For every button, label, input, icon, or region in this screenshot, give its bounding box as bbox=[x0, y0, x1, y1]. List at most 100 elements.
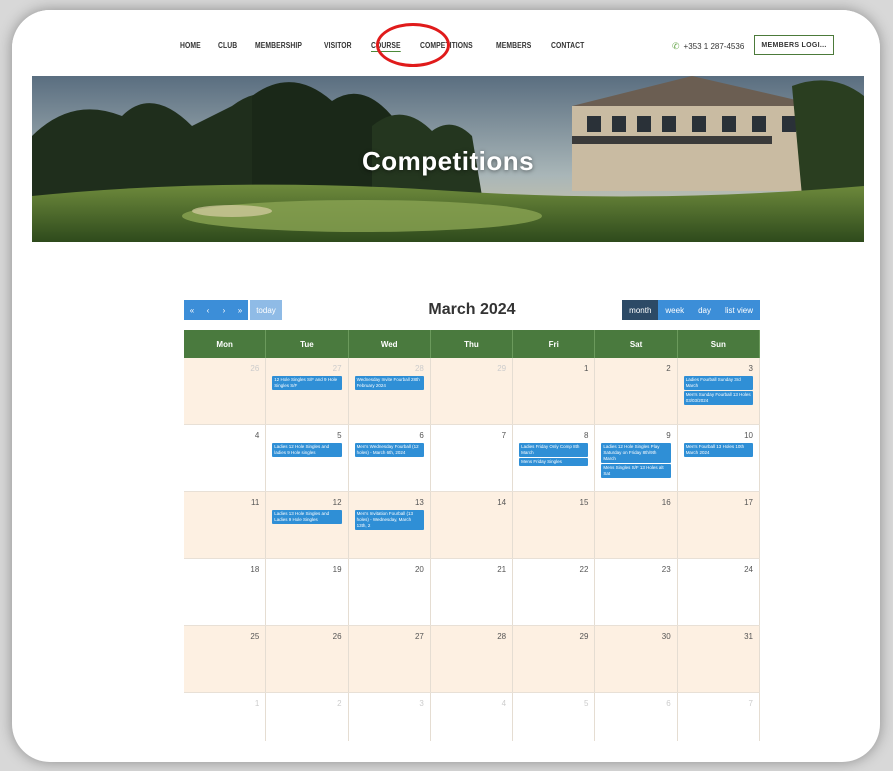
day-number[interactable]: 29 bbox=[497, 364, 506, 373]
day-number[interactable]: 7 bbox=[502, 431, 506, 440]
day-cell[interactable]: 7 bbox=[678, 693, 760, 741]
day-number[interactable]: 14 bbox=[497, 498, 506, 507]
day-number[interactable]: 29 bbox=[580, 632, 589, 641]
day-cell[interactable]: 30 bbox=[595, 626, 678, 692]
nav-contact[interactable]: CONTACT bbox=[551, 41, 584, 52]
day-number[interactable]: 28 bbox=[415, 364, 424, 373]
day-cell[interactable]: 14 bbox=[431, 492, 514, 558]
day-cell[interactable]: 4 bbox=[431, 693, 514, 741]
view-list-view-button[interactable]: list view bbox=[717, 300, 760, 320]
day-cell[interactable]: 22 bbox=[513, 559, 596, 625]
day-cell[interactable]: 26 bbox=[266, 626, 349, 692]
calendar-event[interactable]: Mens Singles S/F 13 Holes alt Sat bbox=[601, 464, 671, 478]
view-month-button[interactable]: month bbox=[622, 300, 659, 320]
day-number[interactable]: 15 bbox=[580, 498, 589, 507]
day-cell[interactable]: 11 bbox=[184, 492, 267, 558]
day-cell[interactable]: 21 bbox=[431, 559, 514, 625]
day-cell[interactable]: 18 bbox=[184, 559, 267, 625]
day-cell[interactable]: 1 bbox=[184, 693, 267, 741]
day-cell[interactable]: 28 bbox=[431, 626, 514, 692]
day-cell[interactable]: 2 bbox=[266, 693, 349, 741]
day-number[interactable]: 12 bbox=[333, 498, 342, 507]
day-cell[interactable]: 31 bbox=[678, 626, 760, 692]
day-number[interactable]: 13 bbox=[415, 498, 424, 507]
day-cell[interactable]: 25 bbox=[184, 626, 267, 692]
day-cell[interactable]: 27 12 Hole Singles S/F and 9 Hole Singles… bbox=[266, 358, 349, 424]
day-number[interactable]: 11 bbox=[251, 498, 259, 507]
day-number[interactable]: 22 bbox=[580, 565, 589, 574]
nav-club[interactable]: CLUB bbox=[218, 41, 237, 52]
day-number[interactable]: 30 bbox=[662, 632, 671, 641]
day-number[interactable]: 28 bbox=[497, 632, 506, 641]
day-number[interactable]: 4 bbox=[255, 431, 259, 440]
calendar-event[interactable]: Ladies 13 Hole Singles and Ladies 9 Hole… bbox=[272, 510, 342, 524]
day-number[interactable]: 10 bbox=[744, 431, 753, 440]
calendar-event[interactable]: Mens Friday Singles bbox=[519, 458, 589, 466]
view-day-button[interactable]: day bbox=[691, 300, 718, 320]
day-number[interactable]: 5 bbox=[337, 431, 341, 440]
day-cell[interactable]: 2 bbox=[595, 358, 678, 424]
day-number[interactable]: 7 bbox=[749, 699, 753, 708]
day-number[interactable]: 2 bbox=[666, 364, 670, 373]
day-cell[interactable]: 5 bbox=[513, 693, 596, 741]
day-cell[interactable]: 6 bbox=[595, 693, 678, 741]
day-cell[interactable]: 4 bbox=[184, 425, 267, 491]
day-cell[interactable]: 10 Men's Fourball 13 Holes 10th March 202… bbox=[678, 425, 760, 491]
day-number[interactable]: 26 bbox=[333, 632, 342, 641]
day-number[interactable]: 17 bbox=[744, 498, 753, 507]
phone-contact[interactable]: ✆ +353 1 287-4536 bbox=[672, 41, 744, 52]
day-cell[interactable]: 24 bbox=[678, 559, 760, 625]
day-number[interactable]: 6 bbox=[666, 699, 670, 708]
day-cell[interactable]: 20 bbox=[349, 559, 431, 625]
day-cell[interactable]: 29 bbox=[513, 626, 596, 692]
day-number[interactable]: 24 bbox=[744, 565, 753, 574]
day-number[interactable]: 26 bbox=[250, 364, 259, 373]
day-number[interactable]: 9 bbox=[666, 431, 670, 440]
day-cell[interactable]: 1 bbox=[513, 358, 596, 424]
day-cell[interactable]: 3 bbox=[349, 693, 431, 741]
calendar-event[interactable]: Men's Wednesday Fourball (12 holes) - Ma… bbox=[354, 443, 424, 457]
day-cell[interactable]: 13 Men's Invitation Fourball (13 holes) -… bbox=[349, 492, 431, 558]
calendar-event[interactable]: Men's Fourball 13 Holes 10th March 2024 bbox=[683, 443, 753, 457]
view-week-button[interactable]: week bbox=[658, 300, 692, 320]
day-cell[interactable]: 19 bbox=[266, 559, 349, 625]
day-cell[interactable]: 26 bbox=[184, 358, 267, 424]
day-cell[interactable]: 5 Ladies 12 Hole Singles and ladies 9 Hol… bbox=[266, 425, 349, 491]
day-cell[interactable]: 29 bbox=[431, 358, 514, 424]
day-number[interactable]: 3 bbox=[419, 699, 423, 708]
day-number[interactable]: 1 bbox=[255, 699, 259, 708]
day-cell[interactable]: 7 bbox=[431, 425, 514, 491]
day-number[interactable]: 6 bbox=[419, 431, 423, 440]
nav-visitor[interactable]: VISITOR bbox=[324, 41, 352, 52]
day-number[interactable]: 5 bbox=[584, 699, 588, 708]
day-number[interactable]: 23 bbox=[662, 565, 671, 574]
day-cell[interactable]: 8 Ladies Friday Only Comp 8th March Mens F… bbox=[513, 425, 596, 491]
nav-home[interactable]: HOME bbox=[180, 41, 201, 52]
day-cell[interactable]: 17 bbox=[678, 492, 760, 558]
day-number[interactable]: 18 bbox=[250, 565, 259, 574]
calendar-event[interactable]: Men's Invitation Fourball (13 holes) - W… bbox=[354, 510, 424, 530]
day-cell[interactable]: 6 Men's Wednesday Fourball (12 holes) - M… bbox=[349, 425, 431, 491]
day-cell[interactable]: 27 bbox=[349, 626, 431, 692]
day-cell[interactable]: 12 Ladies 13 Hole Singles and Ladies 9 Ho… bbox=[266, 492, 349, 558]
calendar-event[interactable]: Ladies Fourball Sunday 3rd March bbox=[683, 376, 753, 390]
day-number[interactable]: 27 bbox=[415, 632, 424, 641]
calendar-event[interactable]: Ladies 12 Hole Singles Play Saturday on … bbox=[601, 443, 671, 463]
day-number[interactable]: 25 bbox=[250, 632, 259, 641]
day-number[interactable]: 31 bbox=[744, 632, 753, 641]
day-number[interactable]: 16 bbox=[662, 498, 671, 507]
day-number[interactable]: 2 bbox=[337, 699, 341, 708]
day-cell[interactable]: 9 Ladies 12 Hole Singles Play Saturday on… bbox=[595, 425, 678, 491]
calendar-event[interactable]: 12 Hole Singles S/F and 9 Hole Singles S… bbox=[272, 376, 342, 390]
day-cell[interactable]: 23 bbox=[595, 559, 678, 625]
calendar-event[interactable]: Men's Sunday Fourball 13 Holes 03/03/202… bbox=[683, 391, 753, 405]
day-cell[interactable]: 15 bbox=[513, 492, 596, 558]
day-number[interactable]: 3 bbox=[749, 364, 753, 373]
day-number[interactable]: 21 bbox=[497, 565, 506, 574]
calendar-event[interactable]: Wednesday Invite Fourball 28th February … bbox=[354, 376, 424, 390]
day-cell[interactable]: 3 Ladies Fourball Sunday 3rd March Men's S… bbox=[678, 358, 760, 424]
day-number[interactable]: 1 bbox=[584, 364, 588, 373]
day-number[interactable]: 27 bbox=[333, 364, 342, 373]
day-number[interactable]: 19 bbox=[333, 565, 342, 574]
day-cell[interactable]: 16 bbox=[595, 492, 678, 558]
